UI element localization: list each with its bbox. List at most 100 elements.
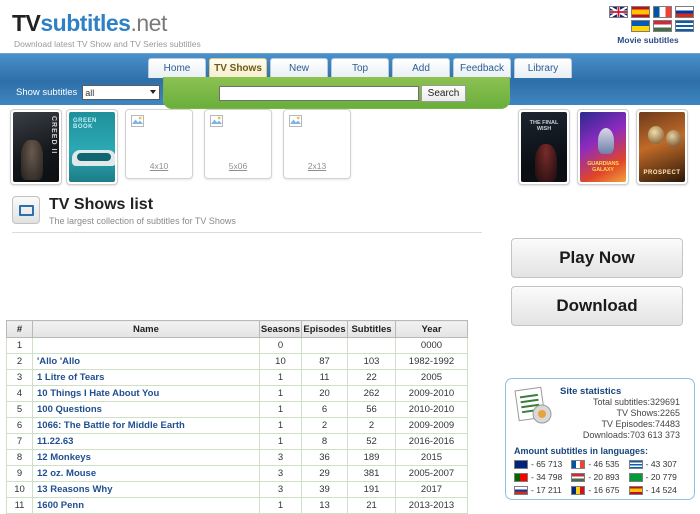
column-header-seasons[interactable]: Seasons [259, 321, 301, 338]
episode-thumb-1[interactable]: 4x10 [125, 109, 193, 179]
chevron-down-icon [150, 90, 156, 94]
play-now-button[interactable]: Play Now [511, 238, 683, 278]
search-input[interactable] [219, 86, 419, 101]
language-stat[interactable]: - 14 524 [629, 485, 686, 495]
poster-prospect-art: PROSPECT [639, 112, 685, 182]
column-header-index[interactable]: # [7, 321, 33, 338]
flag-es-icon [629, 486, 643, 495]
row-subtitles: 103 [348, 354, 396, 370]
language-stat[interactable]: - 20 893 [571, 472, 628, 482]
table-row[interactable]: 61066: The Battle for Middle Earth122200… [7, 418, 468, 434]
row-show-name[interactable]: 12 Monkeys [33, 450, 260, 466]
statistics-icon [514, 386, 556, 426]
poster-the-final-wish[interactable]: THE FINALWISH [518, 109, 570, 185]
row-episodes: 20 [302, 386, 348, 402]
nav-tab-library[interactable]: Library [514, 58, 572, 78]
language-count: - 16 675 [588, 485, 619, 495]
nav-tab-feedback[interactable]: Feedback [453, 58, 511, 78]
poster-guardians-of-the-galaxy[interactable]: GUARDIANSGALAXY [577, 109, 629, 185]
language-stat[interactable]: - 34 798 [514, 472, 571, 482]
row-show-name[interactable]: 12 oz. Mouse [33, 466, 260, 482]
tv-shows-icon [12, 196, 40, 224]
nav-tab-top[interactable]: Top [331, 58, 389, 78]
nav-tab-new[interactable]: New [270, 58, 328, 78]
row-episodes: 8 [302, 434, 348, 450]
show-subtitles-value: all [85, 88, 94, 98]
table-row[interactable]: 31 Litre of Tears111222005 [7, 370, 468, 386]
flag-greece-icon[interactable] [675, 20, 694, 32]
language-stat[interactable]: - 43 307 [629, 459, 686, 469]
table-row[interactable]: 912 oz. Mouse3293812005-2007 [7, 466, 468, 482]
flag-gr-icon [629, 460, 643, 469]
table-row[interactable]: 1013 Reasons Why3391912017 [7, 482, 468, 498]
site-logo[interactable]: TVsubtitles.net Download latest TV Show … [12, 10, 201, 49]
poster-green-book-art: GREEN BOOK [69, 112, 115, 182]
table-row[interactable]: 711.22.6318522016-2016 [7, 434, 468, 450]
row-show-name[interactable] [33, 338, 260, 354]
row-show-name[interactable]: 11.22.63 [33, 434, 260, 450]
flag-br-icon [629, 473, 643, 482]
episode-thumb-3-label[interactable]: 2x13 [284, 161, 350, 171]
row-episodes: 87 [302, 354, 348, 370]
language-stat[interactable]: - 16 675 [571, 485, 628, 495]
table-row[interactable]: 5100 Questions16562010-2010 [7, 402, 468, 418]
poster-creed-ii[interactable]: CREED II [10, 109, 62, 185]
table-row[interactable]: 2'Allo 'Allo10871031982-1992 [7, 354, 468, 370]
row-year: 2010-2010 [396, 402, 468, 418]
row-show-name[interactable]: 10 Things I Hate About You [33, 386, 260, 402]
flag-spain-icon[interactable] [631, 6, 650, 18]
row-subtitles: 262 [348, 386, 396, 402]
nav-tab-home[interactable]: Home [148, 58, 206, 78]
episode-thumb-2[interactable]: 5x06 [204, 109, 272, 179]
poster-prospect[interactable]: PROSPECT [636, 109, 688, 185]
language-stat[interactable]: - 20 779 [629, 472, 686, 482]
flag-ukraine-icon[interactable] [631, 20, 650, 32]
language-stat[interactable]: - 65 713 [514, 459, 571, 469]
page-header: TVsubtitles.net Download latest TV Show … [0, 0, 700, 53]
download-button[interactable]: Download [511, 286, 683, 326]
episode-thumb-1-label[interactable]: 4x10 [126, 161, 192, 171]
poster-green-book[interactable]: GREEN BOOK [66, 109, 118, 185]
column-header-name[interactable]: Name [33, 321, 260, 338]
episode-thumb-2-label[interactable]: 5x06 [205, 161, 271, 171]
nav-tab-add[interactable]: Add [392, 58, 450, 78]
flag-ru-icon [514, 486, 528, 495]
movie-subtitles-link[interactable]: Movie subtitles [602, 35, 694, 45]
flag-uk-icon[interactable] [609, 6, 628, 18]
flag-ro-icon [571, 486, 585, 495]
row-subtitles: 56 [348, 402, 396, 418]
nav-tab-tv-shows[interactable]: TV Shows [209, 58, 267, 78]
language-count: - 65 713 [531, 459, 562, 469]
row-show-name[interactable]: 'Allo 'Allo [33, 354, 260, 370]
row-show-name[interactable]: 1 Litre of Tears [33, 370, 260, 386]
row-show-name[interactable]: 100 Questions [33, 402, 260, 418]
column-header-subtitles[interactable]: Subtitles [348, 321, 396, 338]
search-button[interactable]: Search [421, 85, 466, 102]
table-row[interactable]: 410 Things I Hate About You1202622009-20… [7, 386, 468, 402]
page-subtitle: The largest collection of subtitles for … [12, 216, 492, 226]
logo-suffix: .net [130, 10, 166, 36]
flag-hungary-icon[interactable] [653, 20, 672, 32]
column-header-episodes[interactable]: Episodes [302, 321, 348, 338]
language-stat[interactable]: - 17 211 [514, 485, 571, 495]
row-seasons: 1 [259, 434, 301, 450]
table-head: # Name Seasons Episodes Subtitles Year [7, 321, 468, 338]
row-seasons: 3 [259, 466, 301, 482]
row-show-name[interactable]: 13 Reasons Why [33, 482, 260, 498]
column-header-year[interactable]: Year [396, 321, 468, 338]
table-row[interactable]: 100000 [7, 338, 468, 354]
table-row[interactable]: 812 Monkeys3361892015 [7, 450, 468, 466]
episode-thumb-3[interactable]: 2x13 [283, 109, 351, 179]
flag-russia-icon[interactable] [675, 6, 694, 18]
row-show-name[interactable]: 1066: The Battle for Middle Earth [33, 418, 260, 434]
languages-title: Amount subtitles in languages: [514, 441, 686, 456]
row-index: 4 [7, 386, 33, 402]
language-stat[interactable]: - 46 535 [571, 459, 628, 469]
row-year: 2016-2016 [396, 434, 468, 450]
flag-france-icon[interactable] [653, 6, 672, 18]
table-body: 1000002'Allo 'Allo10871031982-199231 Lit… [7, 338, 468, 514]
row-subtitles: 191 [348, 482, 396, 498]
show-subtitles-select[interactable]: all [82, 85, 160, 100]
language-flags: Movie subtitles [602, 6, 694, 45]
row-index: 1 [7, 338, 33, 354]
